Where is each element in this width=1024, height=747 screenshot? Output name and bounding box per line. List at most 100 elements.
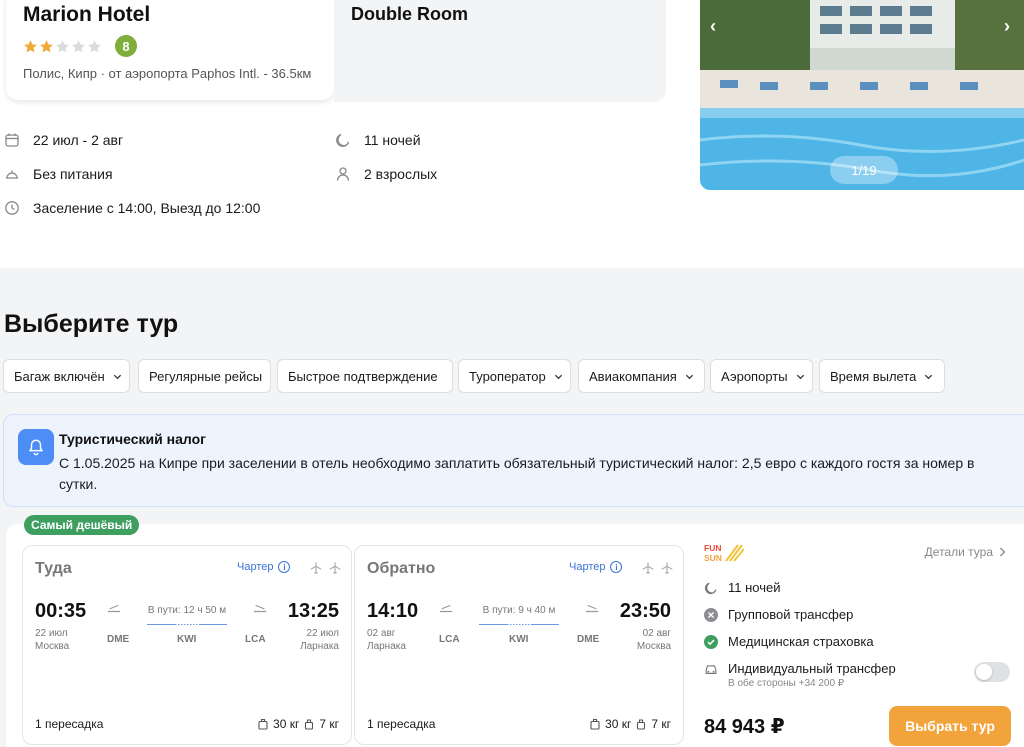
offer-group-transfer: Групповой трансфер [704,607,853,622]
filter-baggage-included[interactable]: Багаж включён [3,359,130,393]
moon-icon [335,132,351,148]
departure-city: Ларнака [367,641,406,652]
offer-nights-label: 11 ночей [728,580,781,595]
filter-departure-time[interactable]: Время вылета [819,359,945,393]
check-circle-icon [704,634,718,649]
filter-label: Быстрое подтверждение [288,368,438,384]
arrival-time: 13:25 [287,600,339,622]
tour-selection-section: Выберите тур Багаж включён Регулярные ре… [0,268,1024,747]
filter-label: Багаж включён [14,368,105,384]
tour-operator-logo: FUN SUN [704,543,744,563]
hotel-name[interactable]: Marion Hotel [23,2,318,28]
transfer-count: 1 пересадка [367,717,436,731]
hotel-header-section: Marion Hotel 8 Полис, Кипр · от аэропорт… [0,0,1024,268]
filter-airline[interactable]: Авиакомпания [578,359,705,393]
room-card[interactable]: Double Room [334,0,666,102]
moon-icon [704,581,718,595]
calendar-icon [4,132,20,148]
airport-code: DME [107,634,130,645]
individual-transfer-toggle[interactable] [974,662,1010,682]
outbound-flight-card[interactable]: Туда Чартер i 00:35 13:25 22 июл Москва 2… [22,545,352,745]
filter-label: Авиакомпания [589,368,677,384]
room-name: Double Room [351,4,468,24]
select-tour-button[interactable]: Выбрать тур [889,706,1011,746]
trip-checkin: Заселение с 14:00, Выезд до 12:00 [33,200,261,216]
charter-label[interactable]: Чартер i [569,561,623,573]
rating-badge[interactable]: 8 [115,35,137,57]
bell-icon [18,429,54,465]
hotel-location: Полис, Кипр · от аэропорта Paphos Intl. … [23,66,312,81]
airport-code: KWI [177,634,197,645]
tour-price: 84 943 ₽ [704,716,785,738]
arrival-info: 02 авг Москва [637,627,671,653]
gallery-counter: 1/19 [830,156,898,184]
charter-label[interactable]: Чартер i [237,561,291,573]
departure-date: 02 авг [367,628,396,639]
route-line [147,624,227,625]
logo-text-2: SUN [704,553,722,563]
dates-row: 22 июл - 2 авг [4,132,123,148]
car-icon [704,662,718,676]
hotel-photo-gallery[interactable]: ‹ › 1/19 [700,0,1024,190]
cheapest-badge: Самый дешёвый [24,515,140,535]
filter-fast-confirmation[interactable]: Быстрое подтверждение [277,359,453,393]
transfer-count: 1 пересадка [35,717,104,731]
offer-nights: 11 ночей [704,580,781,595]
inbound-flight-card[interactable]: Обратно Чартер i 14:10 23:50 02 авг Ларна… [354,545,684,745]
insurance-label: Медицинская страховка [728,634,874,649]
hotel-card[interactable]: Marion Hotel 8 Полис, Кипр · от аэропорт… [6,0,334,100]
flight-direction: Обратно [367,560,436,577]
chevron-down-icon [685,372,694,381]
star-filled-icon [40,39,53,52]
cloche-icon [4,166,20,182]
chevron-down-icon [924,372,933,381]
suitcase-icon [258,718,268,730]
tourist-tax-notice: Туристический налог С 1.05.2025 на Кипре… [3,414,1024,507]
star-empty-icon [88,39,101,52]
arrival-info: 22 июл Ларнака [300,627,339,653]
landing-icon [253,604,267,613]
star-filled-icon [24,39,37,52]
landing-icon [585,604,599,613]
meals-row: Без питания [4,166,113,182]
hand-luggage-icon [305,719,314,730]
arrival-time: 23:50 [619,600,671,622]
info-icon[interactable]: i [610,561,623,573]
departure-time: 14:10 [367,600,419,622]
chevron-down-icon [554,372,563,381]
filter-label: Регулярные рейсы [149,368,263,384]
section-title: Выберите тур [4,310,179,338]
trip-meals: Без питания [33,166,113,182]
filter-airports[interactable]: Аэропорты [710,359,813,393]
suitcase-icon [590,718,600,730]
nights-row: 11 ночей [335,132,421,148]
filter-tour-operator[interactable]: Туроператор [458,359,571,393]
notice-title: Туристический налог [59,431,206,447]
flight-route: В пути: 12 ч 50 м DME KWI LCA [107,602,267,652]
baggage-info: 30 кг 7 кг [257,717,339,731]
airport-code: DME [577,634,600,645]
aircraft-icons [309,561,342,575]
hotel-stars: 8 [23,34,318,58]
chevron-right-icon [1000,547,1006,557]
offer-individual-transfer: Индивидуальный трансфер [704,661,896,676]
flight-duration: В пути: 12 ч 50 м [147,605,227,616]
flight-direction: Туда [35,560,72,577]
gallery-prev-button[interactable]: ‹ [710,16,716,37]
arrival-city: Москва [636,641,671,652]
checkin-row: Заселение с 14:00, Выезд до 12:00 [4,200,260,216]
tour-details-link[interactable]: Детали тура [925,545,1006,559]
tour-details-label: Детали тура [924,545,993,559]
baggage-weight: 30 кг [605,717,632,731]
logo-text-1: FUN [704,543,721,553]
trip-guests: 2 взрослых [364,166,438,182]
individual-transfer-label: Индивидуальный трансфер [728,661,896,676]
trip-nights: 11 ночей [364,132,421,148]
info-icon[interactable]: i [278,561,291,573]
route-line [479,624,559,625]
departure-info: 02 авг Ларнака [367,627,406,653]
filter-regular-flights[interactable]: Регулярные рейсы [138,359,271,393]
flight-route: В пути: 9 ч 40 м LCA KWI DME [439,602,599,652]
charter-text: Чартер [237,561,274,573]
gallery-next-button[interactable]: › [1004,16,1010,37]
